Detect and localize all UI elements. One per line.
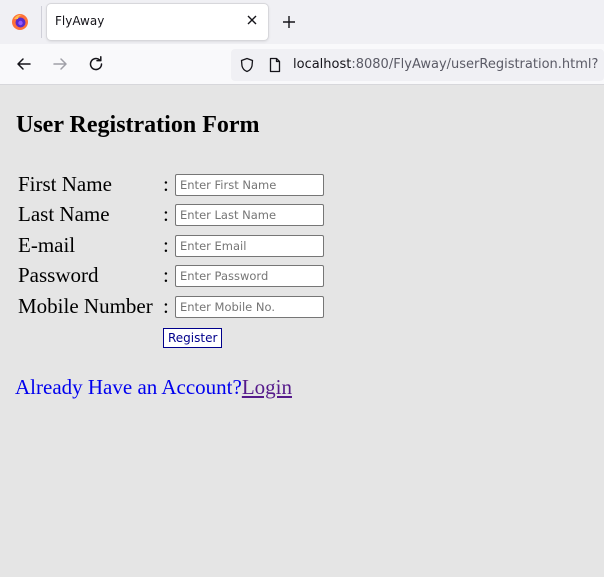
close-icon[interactable] — [244, 12, 260, 28]
colon: : — [163, 263, 169, 287]
mobile-number-input[interactable] — [175, 296, 324, 318]
browser-tab-bar: FlyAway — [0, 0, 604, 44]
tab-separator — [41, 6, 42, 38]
register-button[interactable]: Register — [163, 328, 223, 348]
first-name-input[interactable] — [175, 174, 324, 196]
page-content: User Registration Form First Name : Last… — [0, 86, 604, 577]
browser-tab[interactable]: FlyAway — [47, 4, 268, 40]
password-row: Password : — [18, 263, 338, 289]
colon: : — [163, 172, 169, 196]
shield-icon[interactable] — [239, 57, 255, 73]
email-input[interactable] — [175, 235, 324, 257]
page-title: User Registration Form — [16, 112, 260, 138]
password-input[interactable] — [175, 265, 324, 287]
first-name-label: First Name — [18, 172, 112, 196]
account-prompt-text: Already Have an Account? — [15, 375, 242, 399]
colon: : — [163, 233, 169, 257]
url-host: localhost — [293, 57, 352, 72]
login-prompt: Already Have an Account?Login — [15, 375, 292, 400]
reload-icon[interactable] — [87, 55, 105, 73]
url-text[interactable]: localhost:8080/FlyAway/userRegistration.… — [293, 57, 598, 72]
back-arrow-icon[interactable] — [15, 55, 33, 73]
first-name-row: First Name : — [18, 172, 338, 198]
browser-nav-bar: localhost:8080/FlyAway/userRegistration.… — [0, 44, 604, 85]
url-path: :8080/FlyAway/userRegistration.html? — [351, 57, 599, 72]
last-name-input[interactable] — [175, 204, 324, 226]
mobile-number-label: Mobile Number — [18, 294, 153, 318]
last-name-row: Last Name : — [18, 202, 338, 228]
plus-icon[interactable] — [281, 14, 297, 30]
colon: : — [163, 294, 169, 318]
page-icon[interactable] — [267, 57, 283, 73]
tab-title: FlyAway — [55, 14, 105, 28]
firefox-logo-icon[interactable] — [11, 13, 29, 31]
forward-arrow-icon[interactable] — [51, 55, 69, 73]
colon: : — [163, 202, 169, 226]
password-label: Password — [18, 263, 99, 287]
login-link[interactable]: Login — [242, 375, 292, 399]
last-name-label: Last Name — [18, 202, 110, 226]
mobile-number-row: Mobile Number : — [18, 294, 338, 320]
url-bar[interactable]: localhost:8080/FlyAway/userRegistration.… — [231, 49, 604, 81]
email-label: E-mail — [18, 233, 76, 257]
email-row: E-mail : — [18, 233, 338, 259]
